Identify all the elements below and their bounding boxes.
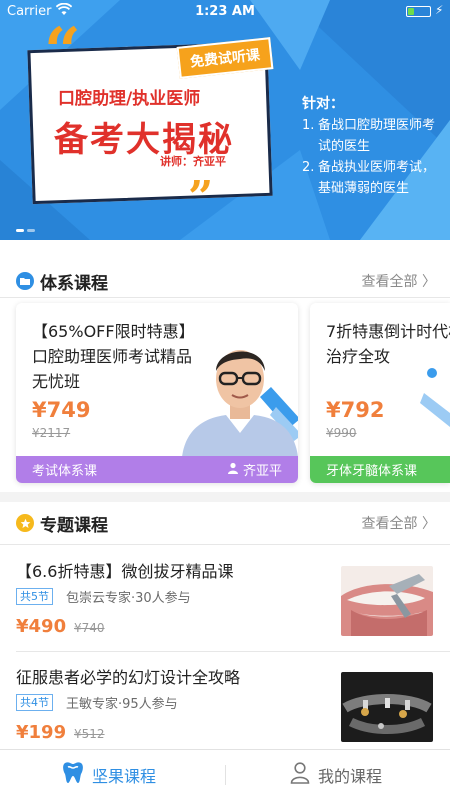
topic-item[interactable]: 征服患者必学的幻灯设计全攻略 共4节 王敏专家·95人参与 ¥199 ¥512 <box>0 652 450 760</box>
status-bar: Carrier 1:23 AM ⚡ <box>0 0 450 24</box>
target-item-text: 备战执业医师考试，基础薄弱的医生 <box>318 160 436 196</box>
series-card-footer: 牙体牙髓体系课 <box>310 456 450 483</box>
star-icon <box>16 514 34 532</box>
series-card-original-price: ¥2117 <box>32 426 71 440</box>
battery-icon <box>406 6 431 17</box>
poster-subtitle: 口腔助理/执业医师 <box>58 89 201 109</box>
series-card-tag: 考试体系课 <box>32 464 98 479</box>
user-icon <box>290 762 310 788</box>
card-decoration <box>420 368 450 427</box>
series-card-teacher: 齐亚平 <box>227 460 282 479</box>
promo-banner[interactable]: Carrier 1:23 AM ⚡ “ 免费试听课 口腔助理/执业医师 备考大揭… <box>0 0 450 240</box>
target-item: 1. 备战口腔助理医师考试的医生 <box>302 115 442 157</box>
topic-title: 【6.6折特惠】微创拔牙精品课 <box>16 562 234 581</box>
pager-dot[interactable] <box>27 229 35 232</box>
topic-section-header: 专题课程 查看全部 〉 <box>0 506 450 540</box>
series-card-title: 7折特惠倒计时代根管治疗全攻 <box>326 322 450 366</box>
topic-section-title: 专题课程 <box>40 515 108 536</box>
dental-xray-thumbnail <box>341 672 433 742</box>
topic-item[interactable]: 【6.6折特惠】微创拔牙精品课 共5节 包崇云专家·30人参与 ¥490 ¥74… <box>0 546 450 654</box>
divider <box>0 544 450 545</box>
lesson-count-badge: 共4节 <box>16 694 53 711</box>
target-item-number: 1. <box>302 118 315 133</box>
series-card[interactable]: 【65%OFF限时特惠】口腔助理医师考试精品无忧班 ¥749 ¥2117 考试体… <box>16 303 298 483</box>
tooth-extraction-thumbnail <box>341 566 433 636</box>
series-card-price: ¥792 <box>326 398 385 422</box>
tab-home-label: 坚果课程 <box>92 767 157 786</box>
topic-price: ¥490 <box>16 616 67 637</box>
tab-bar: 坚果课程 我的课程 <box>0 749 450 800</box>
tab-separator <box>225 765 226 785</box>
topic-view-all-link[interactable]: 查看全部 〉 <box>362 513 436 533</box>
pager-dot-active[interactable] <box>16 229 24 232</box>
quote-close-mark: ” <box>188 172 214 223</box>
clock: 1:23 AM <box>195 4 255 19</box>
section-gap <box>0 492 450 502</box>
series-card-price: ¥749 <box>32 398 91 422</box>
quote-open-mark: “ <box>44 14 81 89</box>
topic-meta: 王敏专家·95人参与 <box>66 697 178 712</box>
lesson-count-badge: 共5节 <box>16 588 53 605</box>
tab-home[interactable]: 坚果课程 <box>62 750 156 800</box>
charging-icon: ⚡ <box>435 3 444 17</box>
topic-title: 征服患者必学的幻灯设计全攻略 <box>16 668 241 687</box>
banner-pager[interactable] <box>16 229 35 232</box>
topic-price: ¥199 <box>16 722 67 743</box>
series-section-header: 体系课程 查看全部 〉 <box>0 264 450 298</box>
series-card-teacher-name: 齐亚平 <box>242 464 282 479</box>
target-heading: 针对： <box>302 96 344 112</box>
topic-original-price: ¥512 <box>74 727 105 741</box>
topic-original-price: ¥740 <box>74 621 105 635</box>
tab-my-courses[interactable]: 我的课程 <box>290 750 382 800</box>
target-item: 2. 备战执业医师考试，基础薄弱的医生 <box>302 157 442 199</box>
series-section-title: 体系课程 <box>40 273 108 294</box>
folder-icon <box>16 272 34 290</box>
person-icon <box>227 462 239 478</box>
target-item-text: 备战口腔助理医师考试的医生 <box>318 118 436 154</box>
series-card[interactable]: 7折特惠倒计时代根管治疗全攻 ¥792 ¥990 牙体牙髓体系课 <box>310 303 450 483</box>
tooth-icon <box>62 761 84 789</box>
tab-my-courses-label: 我的课程 <box>318 767 383 786</box>
series-view-all-link[interactable]: 查看全部 〉 <box>362 271 436 291</box>
divider <box>0 297 450 298</box>
series-card-footer: 考试体系课 齐亚平 <box>16 456 298 483</box>
teacher-portrait <box>182 350 298 457</box>
target-audience: 针对： 1. 备战口腔助理医师考试的医生 2. 备战执业医师考试，基础薄弱的医生 <box>302 94 442 199</box>
target-item-number: 2. <box>302 160 315 175</box>
series-card-original-price: ¥990 <box>326 426 357 440</box>
series-card-tag: 牙体牙髓体系课 <box>326 464 418 479</box>
topic-meta: 包崇云专家·30人参与 <box>66 591 191 606</box>
